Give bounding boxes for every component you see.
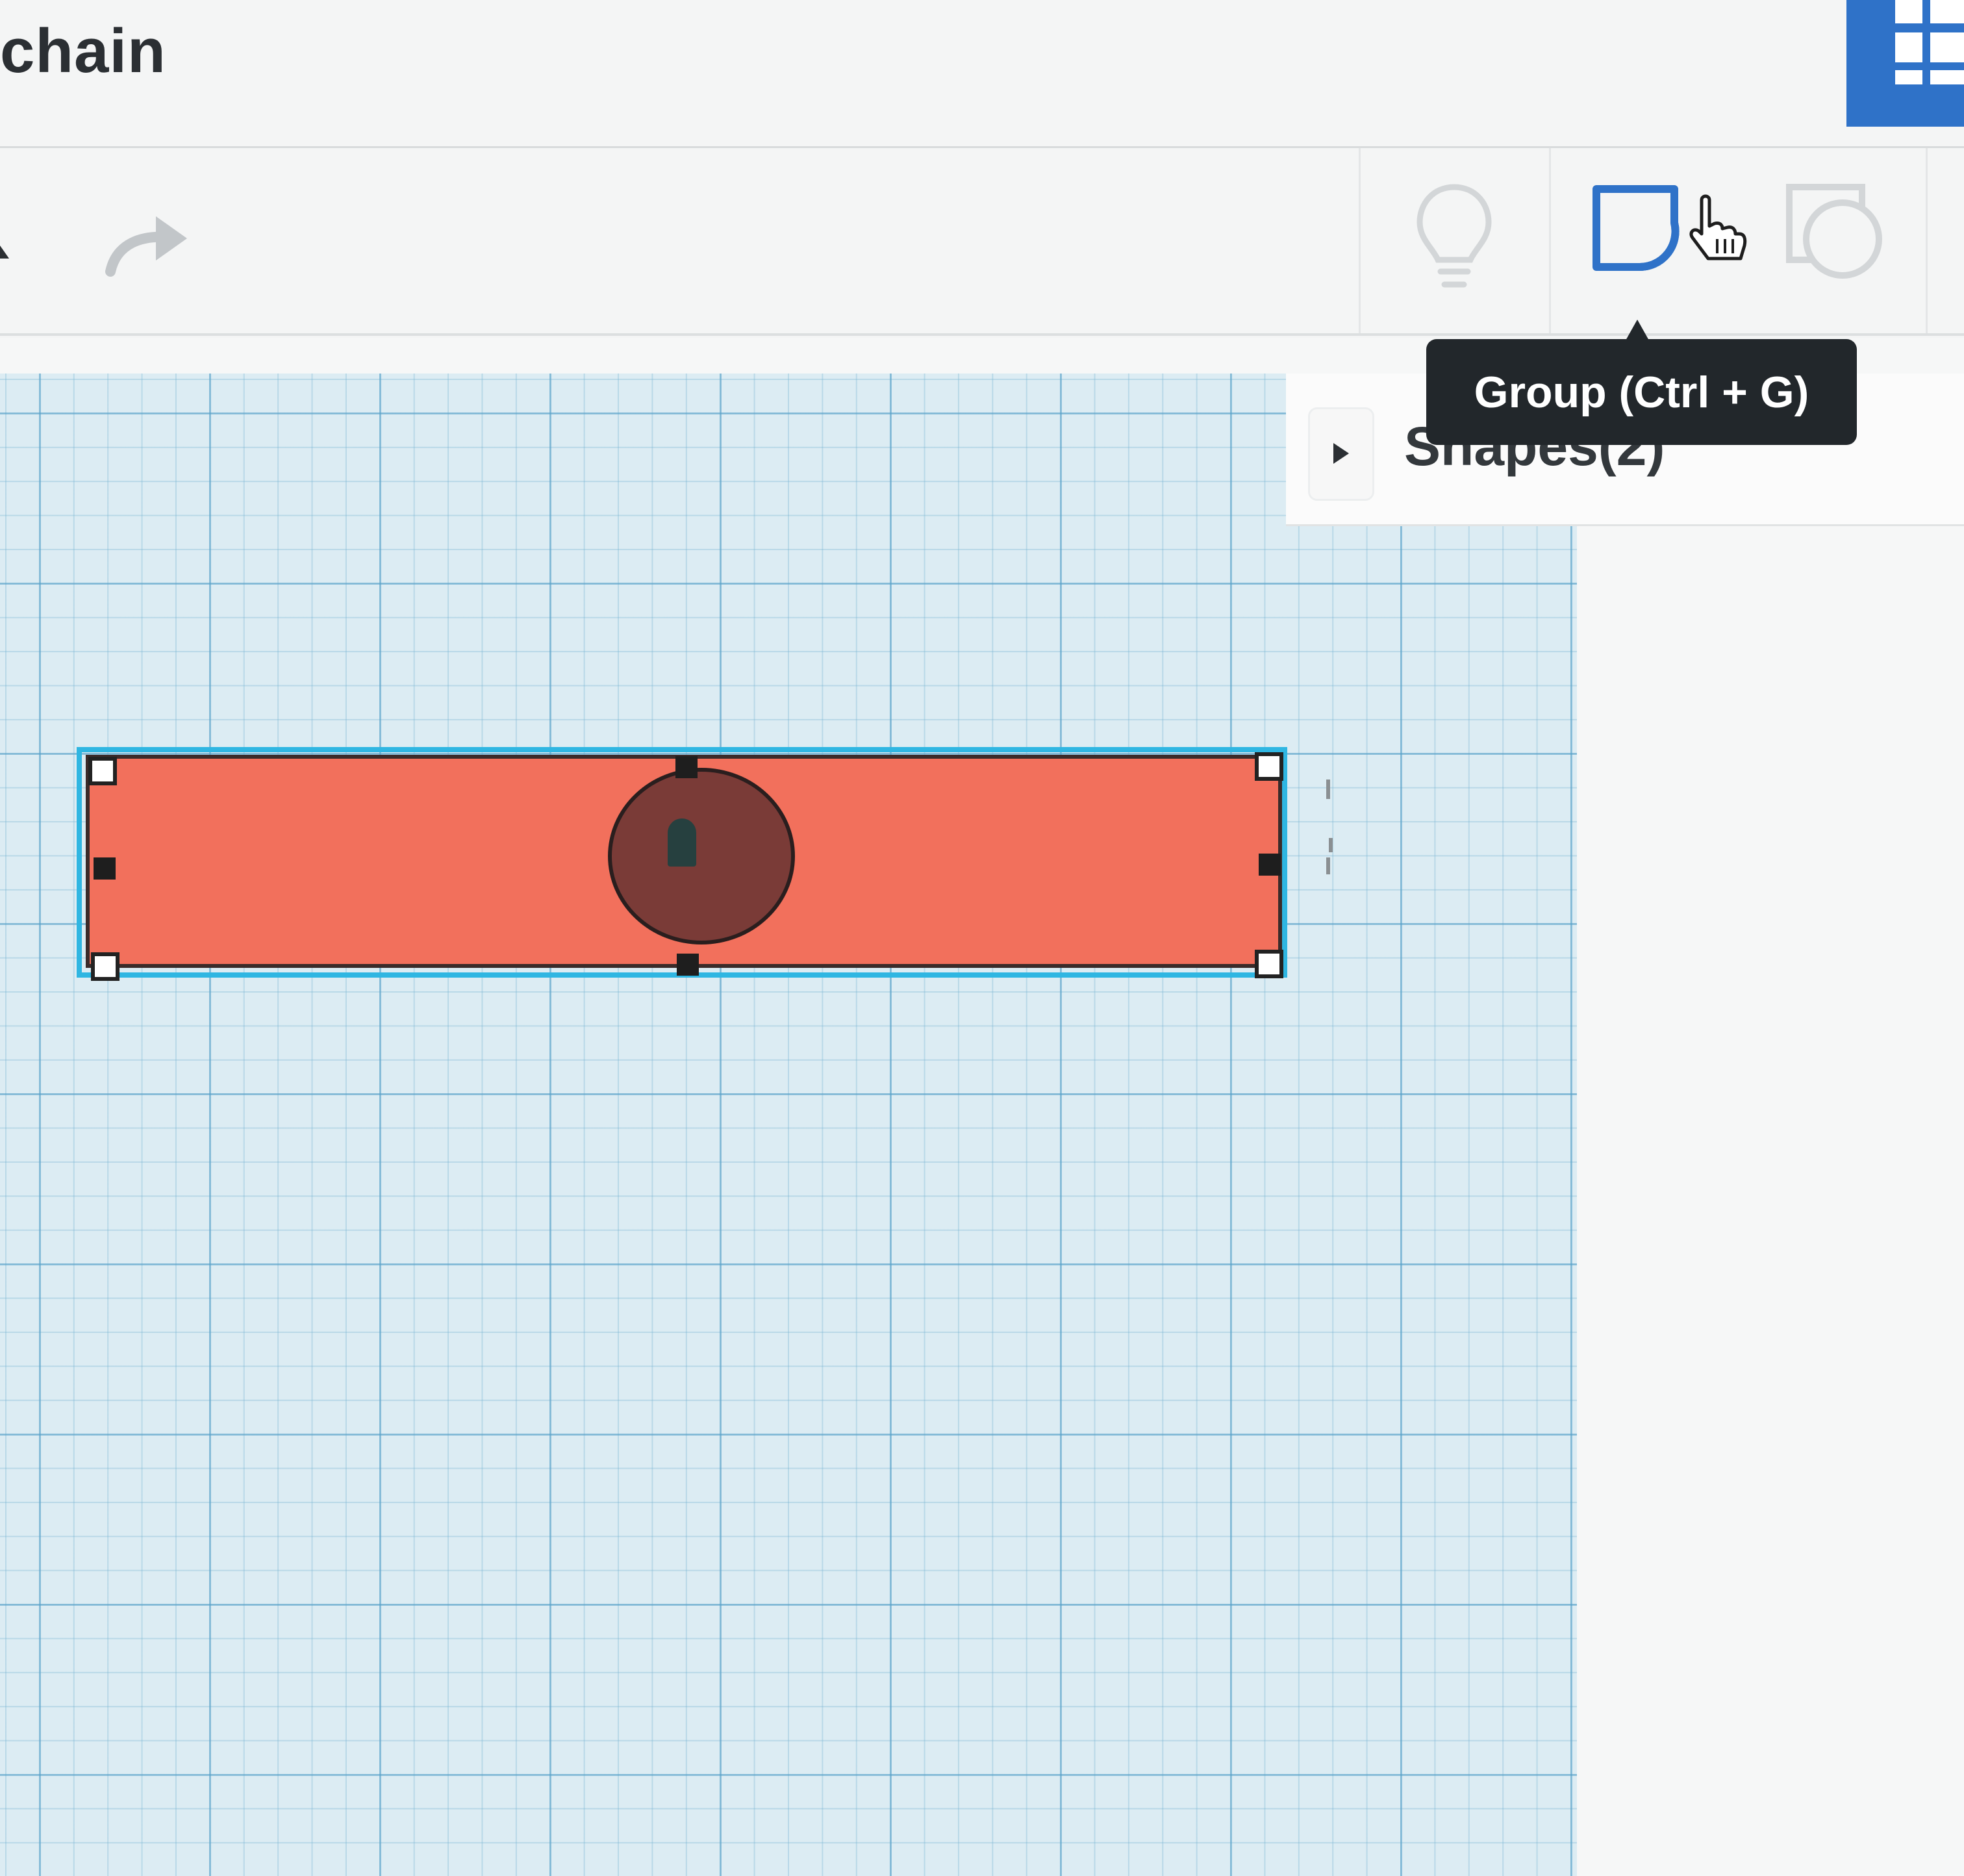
toolbar — [0, 148, 1964, 336]
hand-cursor-icon — [1689, 194, 1747, 260]
design-title[interactable]: chain — [0, 16, 166, 87]
toolbar-divider — [1359, 148, 1361, 333]
resize-handle-left[interactable] — [94, 857, 116, 880]
redo-arrow-icon[interactable] — [104, 210, 195, 281]
cylinder-hole-shape[interactable] — [608, 768, 795, 944]
ungroup-shapes-icon[interactable] — [1783, 179, 1887, 283]
height-indicator — [1329, 838, 1333, 852]
title-bar: chain — [0, 0, 1964, 148]
resize-handle-top[interactable] — [675, 756, 698, 778]
app-grid-button[interactable] — [1846, 0, 1964, 127]
tooltip-arrow — [1626, 320, 1649, 340]
height-indicator — [1326, 857, 1330, 874]
shapes-panel-toggle[interactable] — [1308, 407, 1374, 501]
resize-handle-bottom[interactable] — [677, 954, 699, 976]
resize-handle-top-left[interactable] — [88, 757, 117, 785]
resize-handle-bottom-left[interactable] — [91, 952, 120, 981]
group-tooltip: Group (Ctrl + G) — [1426, 339, 1857, 445]
resize-handle-top-right[interactable] — [1255, 752, 1283, 781]
shape-center-marker[interactable] — [668, 818, 696, 867]
resize-handle-right[interactable] — [1259, 854, 1281, 876]
toolbar-divider — [1549, 148, 1551, 333]
workplane-grid[interactable] — [0, 374, 1577, 1876]
lightbulb-icon[interactable] — [1415, 181, 1494, 298]
toolbar-divider — [1926, 148, 1928, 333]
app-screen: chain Shapes(2) Group (Ctrl + G) — [0, 0, 1964, 1876]
height-indicator — [1326, 780, 1330, 799]
resize-handle-bottom-right[interactable] — [1255, 950, 1283, 978]
undo-arrow-icon[interactable] — [0, 226, 19, 265]
